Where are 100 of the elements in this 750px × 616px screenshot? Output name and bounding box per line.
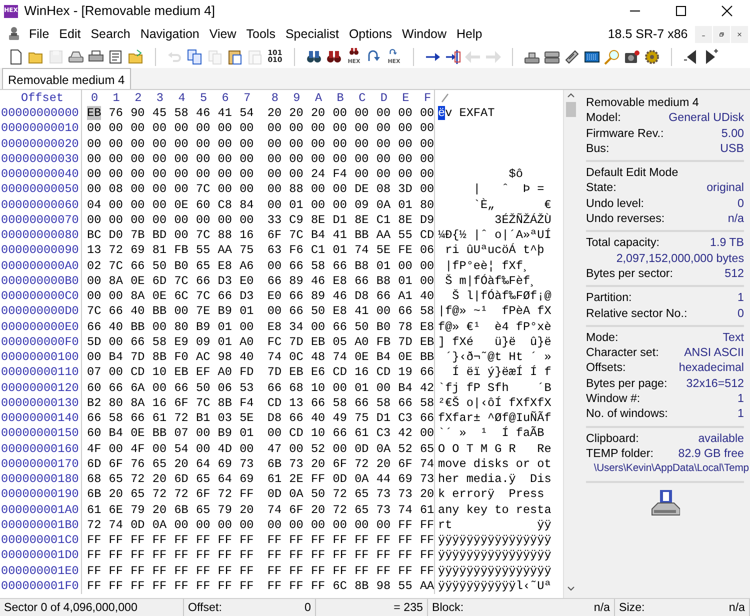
hex-byte[interactable]: 66 [267,274,282,288]
hex-byte[interactable]: 8E [398,212,412,227]
hex-byte[interactable]: 58 [376,396,391,410]
hex-byte[interactable]: 75 [240,243,254,258]
hex-byte[interactable]: BD [152,228,167,242]
hex-byte[interactable]: A0 [218,365,232,380]
hex-byte[interactable]: 20 [310,502,326,516]
hex-byte[interactable]: 7C [174,274,188,288]
hex-byte[interactable]: 00 [130,121,145,136]
hex-byte[interactable]: D1 [332,212,347,227]
hex-byte[interactable]: 66 [332,320,347,334]
hex-byte[interactable]: 00 [152,136,167,150]
hex-byte[interactable]: 66 [376,289,391,303]
hex-byte[interactable]: 66 [289,289,304,303]
hex-byte[interactable]: 00 [267,258,282,272]
hex-byte[interactable]: 00 [174,518,188,532]
hex-byte[interactable]: C1 [376,212,391,227]
hex-byte[interactable]: FF [332,533,347,547]
hex-byte[interactable]: 13 [289,396,304,410]
hex-byte[interactable]: FF [420,518,434,532]
hex-byte[interactable]: 00 [240,320,254,334]
hex-byte[interactable]: 00 [267,426,282,440]
hex-byte[interactable]: 8B [218,396,232,410]
hex-byte[interactable]: B9 [218,426,232,440]
hex-byte[interactable]: 6F [398,456,412,471]
hex-byte[interactable]: FF [267,578,282,593]
hex-byte[interactable]: 74 [420,456,434,471]
hex-byte[interactable]: FF [130,578,145,593]
hex-byte[interactable]: 58 [420,396,434,410]
hex-byte[interactable]: 7C [196,182,210,196]
hex-byte[interactable]: 01 [218,320,232,334]
hex-byte[interactable]: 58 [310,258,326,272]
hex-byte[interactable]: 00 [376,518,391,532]
hex-byte[interactable]: 65 [354,502,369,516]
hex-byte[interactable]: 00 [420,182,434,196]
hex-byte[interactable]: 00 [354,167,369,181]
hex-byte[interactable]: 64 [196,456,210,471]
hex-byte[interactable]: FF [240,548,254,562]
menu-item[interactable]: File [24,23,54,45]
menu-item[interactable]: Specialist [280,23,344,45]
hex-byte[interactable]: 00 [108,136,123,150]
hex-byte[interactable]: 00 [332,106,347,120]
hex-byte[interactable]: 00 [130,182,145,196]
hex-byte[interactable]: 00 [376,380,391,394]
hex-byte[interactable]: 84 [240,198,254,212]
hex-byte[interactable]: 00 [87,274,102,288]
hex-byte[interactable]: 00 [87,121,102,136]
hex-byte[interactable]: 66 [130,258,145,272]
hex-byte[interactable]: BB [354,228,369,242]
hex-byte[interactable]: 40 [310,411,326,425]
hex-byte[interactable]: 00 [310,152,326,166]
hex-byte[interactable]: 66 [289,411,304,425]
hex-byte[interactable]: 00 [196,426,210,440]
hex-byte[interactable]: EB [174,365,188,380]
hex-byte[interactable]: 10 [152,365,167,380]
hex-byte[interactable]: 34 [289,320,304,334]
hex-byte[interactable]: 00 [108,365,123,380]
hex-byte[interactable]: 0C [289,350,304,364]
hex-byte[interactable]: 46 [332,289,347,303]
hex-byte[interactable]: 7C [196,228,210,242]
hex-byte[interactable]: 48 [310,350,326,364]
hex-byte[interactable]: FF [376,564,391,578]
hex-byte[interactable]: 6D [174,472,188,486]
hex-byte[interactable]: C3 [376,426,391,440]
hex-byte[interactable]: 73 [420,472,434,486]
hex-byte[interactable]: 01 [398,274,412,288]
hex-byte[interactable]: 40 [130,304,145,318]
hex-byte[interactable]: 13 [87,243,102,258]
hex-byte[interactable]: 0A [354,472,369,486]
hex-byte[interactable]: 6D [87,456,102,471]
hex-byte[interactable]: 00 [218,212,232,227]
document-tab[interactable]: Removable medium 4 [2,68,131,89]
hex-byte[interactable]: 74 [267,502,282,516]
hex-byte[interactable]: CD [376,365,391,380]
hex-byte[interactable]: C1 [310,243,326,258]
hex-byte[interactable]: FF [332,548,347,562]
hex-byte[interactable]: 73 [398,487,412,502]
hex-byte[interactable]: FF [310,533,326,547]
hex-byte[interactable]: E0 [267,289,282,303]
hex-byte[interactable]: FF [240,487,254,502]
hex-byte[interactable]: C9 [289,212,304,227]
hex-byte[interactable]: 00 [398,106,412,120]
hex-byte[interactable]: 68 [289,380,304,394]
hex-byte[interactable]: FF [398,548,412,562]
hex-byte[interactable]: 20 [152,472,167,486]
hex-byte[interactable]: 00 [130,198,145,212]
hex-byte[interactable]: 20 [174,456,188,471]
hex-byte[interactable]: FF [174,578,188,593]
hex-byte[interactable]: 7B [130,228,145,242]
hex-byte[interactable]: 49 [332,411,347,425]
hex-byte[interactable]: 03 [218,411,232,425]
hex-byte[interactable]: 00 [420,167,434,181]
hex-byte[interactable]: 00 [332,121,347,136]
scroll-thumb[interactable] [566,102,576,117]
hex-byte[interactable]: 00 [174,228,188,242]
hex-byte[interactable]: 63 [267,243,282,258]
hex-byte[interactable]: 00 [218,182,232,196]
hex-byte[interactable]: 00 [376,152,391,166]
hex-byte[interactable]: 66 [420,411,434,425]
hex-byte[interactable]: 69 [130,243,145,258]
